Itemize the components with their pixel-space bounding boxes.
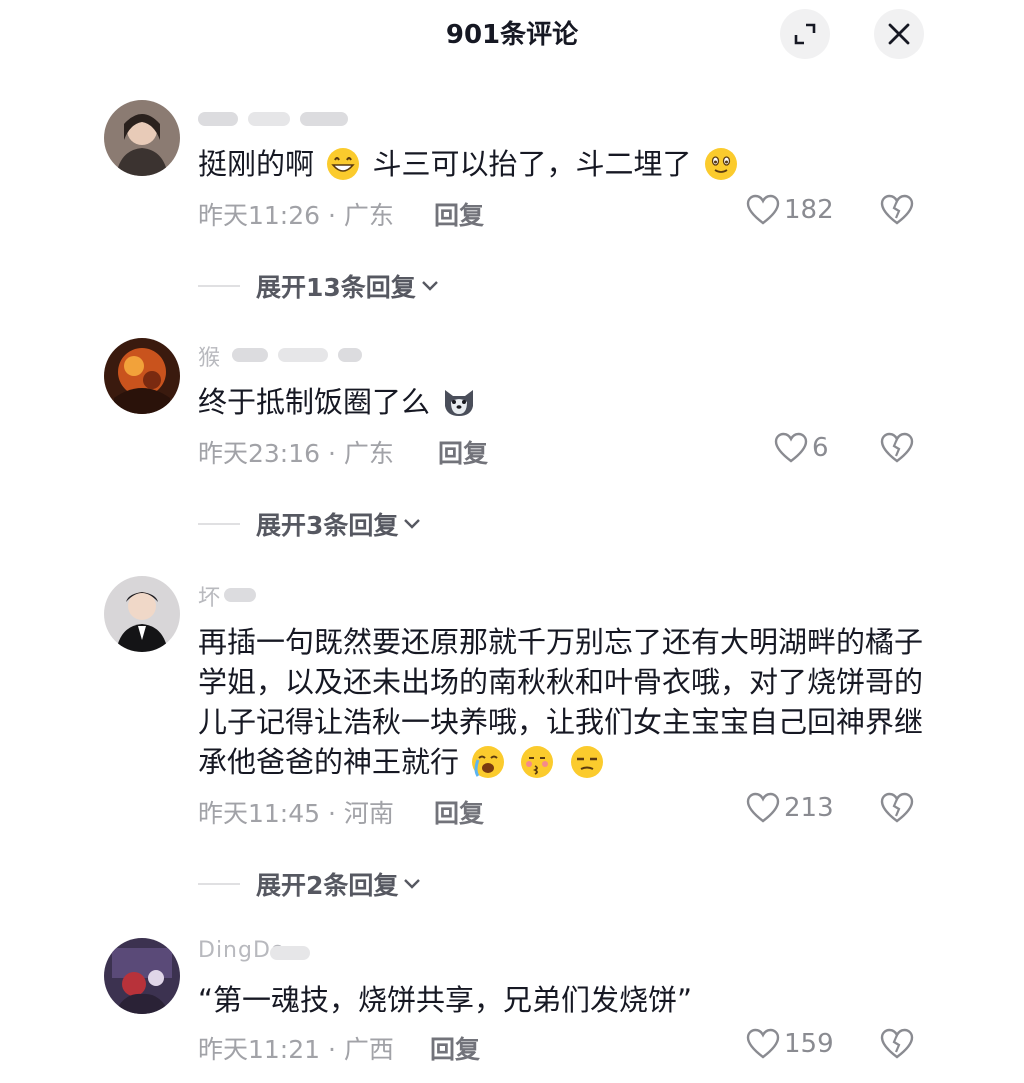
divider: [198, 523, 240, 525]
timestamp-location: 昨天23:16 · 广东: [198, 439, 394, 468]
expand-replies-button[interactable]: 展开13条回复: [198, 268, 440, 304]
broken-heart-icon: [880, 432, 914, 463]
like-count: 159: [784, 1029, 834, 1059]
comment-text: 终于抵制饭圈了么: [198, 382, 928, 422]
comment-text: “第一魂技，烧饼共享，兄弟们发烧饼”: [198, 983, 693, 1017]
avatar[interactable]: [104, 576, 180, 652]
chevron-down-icon: [421, 281, 438, 291]
grinning-face-emoji: [327, 148, 360, 180]
dislike-button[interactable]: [880, 432, 914, 468]
comment-text: 再插一句既然要还原那就千万别忘了还有大明湖畔的橘子学姐，以及还未出场的南秋秋和叶…: [198, 625, 924, 779]
expand-replies-button[interactable]: 展开2条回复: [198, 866, 422, 902]
username-obscured[interactable]: 猴: [198, 340, 368, 371]
dislike-button[interactable]: [880, 1028, 914, 1064]
comments-header: 901条评论: [0, 0, 1024, 70]
close-button[interactable]: [874, 9, 924, 59]
heart-icon: [746, 792, 780, 823]
divider: [198, 285, 240, 287]
divider: [198, 883, 240, 885]
username-obscured[interactable]: DingDo: [198, 938, 368, 968]
reply-button[interactable]: 回复: [430, 1030, 480, 1066]
like-button[interactable]: 182: [746, 194, 834, 226]
username-obscured[interactable]: [198, 104, 368, 134]
kiss-face-emoji: [521, 746, 554, 778]
comments-count-title: 901条评论: [445, 20, 579, 50]
dislike-button[interactable]: [880, 194, 914, 230]
reply-button[interactable]: 回复: [438, 434, 488, 470]
smiling-face-emoji: [704, 148, 737, 180]
username-obscured[interactable]: 坏: [198, 580, 368, 611]
like-button[interactable]: 159: [746, 1028, 834, 1060]
like-count: 182: [784, 195, 834, 225]
broken-heart-icon: [880, 792, 914, 823]
like-count: 6: [812, 433, 829, 463]
like-button[interactable]: 213: [746, 792, 834, 824]
expand-button[interactable]: [780, 9, 830, 59]
heart-icon: [774, 432, 808, 463]
like-button[interactable]: 6: [774, 432, 829, 464]
unamused-face-emoji: [570, 746, 603, 778]
heart-icon: [746, 194, 780, 225]
like-count: 213: [784, 793, 834, 823]
expand-replies-button[interactable]: 展开3条回复: [198, 506, 422, 542]
avatar[interactable]: [104, 938, 180, 1014]
reply-button[interactable]: 回复: [434, 794, 484, 830]
timestamp-location: 昨天11:45 · 河南: [198, 799, 394, 828]
broken-heart-icon: [880, 194, 914, 225]
chevron-down-icon: [404, 879, 421, 889]
timestamp-location: 昨天11:26 · 广东: [198, 201, 394, 230]
broken-heart-icon: [880, 1028, 914, 1059]
expand-icon: [794, 23, 816, 45]
avatar[interactable]: [104, 100, 180, 176]
heart-icon: [746, 1028, 780, 1059]
close-icon: [888, 23, 910, 45]
reply-button[interactable]: 回复: [434, 196, 484, 232]
timestamp-location: 昨天11:21 · 广西: [198, 1035, 394, 1064]
chevron-down-icon: [404, 519, 421, 529]
crying-face-emoji: [472, 746, 505, 778]
comment-text: 挺刚的啊 斗三可以抬了，斗二埋了: [198, 144, 928, 184]
husky-dog-emoji: [445, 390, 474, 416]
avatar[interactable]: [104, 338, 180, 414]
dislike-button[interactable]: [880, 792, 914, 828]
